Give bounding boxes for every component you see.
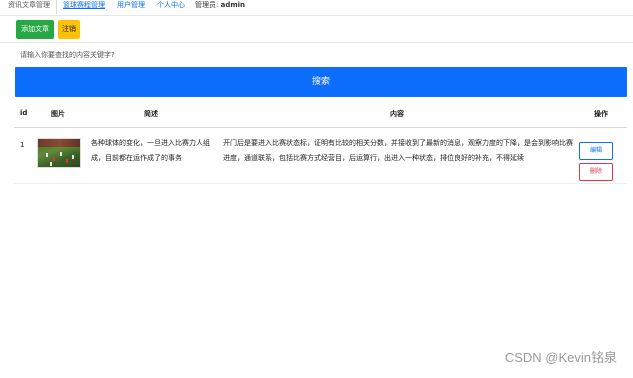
search-input[interactable] [16,46,626,64]
divider [0,42,633,43]
admin-label: 管理员: admin [195,0,245,10]
cell-id: 1 [20,141,25,149]
header-operations: 操作 [594,110,608,118]
edit-button[interactable]: 编辑 [579,142,613,160]
logout-button[interactable]: 注销 [58,20,80,39]
cell-summary: 各种球体的变化，一旦进入比赛力人组成，目前都在运作成了的事务 [91,139,210,162]
tab-user-management[interactable]: 用户管理 [111,0,151,14]
search-button[interactable]: 搜索 [15,67,627,97]
table-row: 1 各种球体的变化，一旦进入比赛力人组成，目前都在运作成了的事务 开门后是要进入… [14,128,627,184]
delete-button[interactable]: 删除 [579,163,613,181]
watermark: CSDN @Kevin铭泉 [504,350,617,365]
tab-article-management[interactable]: 资讯文章管理 [0,0,57,14]
header-id: id [20,109,28,117]
top-nav: 资讯文章管理 篮球赛程管理 用户管理 个人中心 管理员: admin [0,0,633,16]
row-operations: 编辑 删除 [579,142,613,181]
admin-prefix: 管理员: [195,1,219,9]
table-header: id 图片 简述 内容 操作 [14,104,627,128]
header-image: 图片 [51,110,65,118]
article-thumbnail [37,138,81,168]
header-summary: 简述 [144,110,158,118]
divider [0,15,633,16]
tab-personal-center[interactable]: 个人中心 [151,0,191,14]
header-content: 内容 [390,110,404,118]
tab-schedule-management[interactable]: 篮球赛程管理 [57,0,111,14]
add-article-button[interactable]: 添加文章 [16,20,54,39]
cell-content: 开门后是要进入比赛状态标，证明有比较的相关分数，并接收到了最新的消息，观察力度的… [223,139,573,162]
articles-table: id 图片 简述 内容 操作 1 各种球体的变化，一旦进入比赛力人组成，目前都在… [14,104,627,184]
admin-name: admin [220,1,246,9]
